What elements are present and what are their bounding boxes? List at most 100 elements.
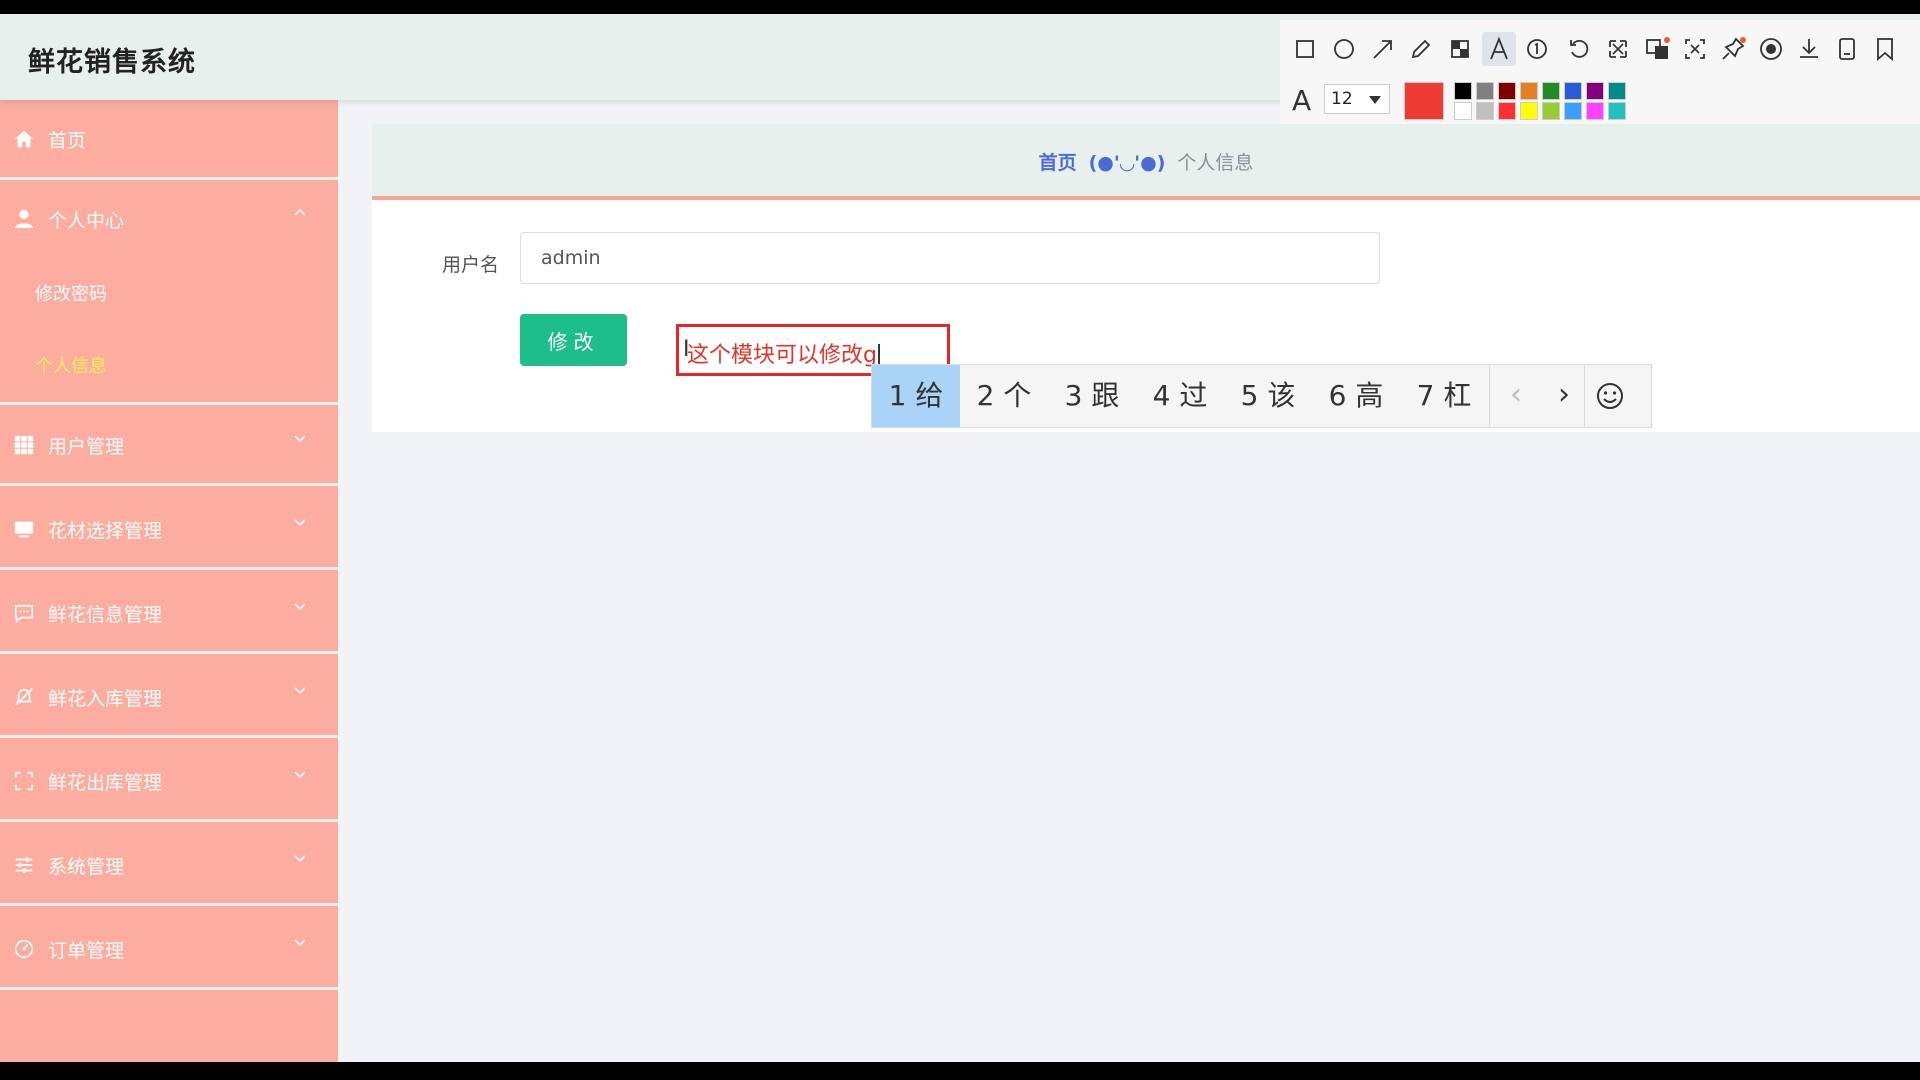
sidebar-subitem-personal-info[interactable]: 个人信息 xyxy=(35,352,107,378)
font-size-value: 12 xyxy=(1331,89,1353,109)
pencil-icon[interactable] xyxy=(1404,32,1438,66)
rectangle-icon[interactable] xyxy=(1288,32,1322,66)
modify-button[interactable]: 修改 xyxy=(520,314,627,366)
smiley-icon[interactable] xyxy=(1591,377,1629,415)
color-swatch[interactable] xyxy=(1498,102,1516,120)
ime-candidate[interactable]: 3 跟 xyxy=(1048,365,1136,427)
scroll-capture-icon[interactable] xyxy=(1678,32,1712,66)
sidebar-item-flower-stock-out-management[interactable]: 鲜花出库管理 xyxy=(0,742,338,822)
app-window: 鲜花销售系统 首页 个人中心 修改密码 个人信息 用户管理 花材选择管理 鲜花信… xyxy=(0,14,1920,1062)
gauge-icon xyxy=(12,938,36,962)
color-swatch[interactable] xyxy=(1454,82,1472,100)
sidebar-item-label: 鲜花信息管理 xyxy=(48,604,163,626)
grid-icon xyxy=(12,434,36,458)
color-swatch[interactable] xyxy=(1564,82,1582,100)
sidebar-item-user-management[interactable]: 用户管理 xyxy=(0,406,338,486)
ime-candidate[interactable]: 6 高 xyxy=(1312,365,1400,427)
color-swatch[interactable] xyxy=(1608,82,1626,100)
sidebar-item-label: 鲜花出库管理 xyxy=(48,772,163,794)
font-icon: A xyxy=(1292,84,1312,117)
color-swatch[interactable] xyxy=(1564,102,1582,120)
sidebar-item-home[interactable]: 首页 xyxy=(0,100,338,180)
sidebar-item-order-management[interactable]: 订单管理 xyxy=(0,910,338,990)
chevron-down-icon xyxy=(292,598,308,618)
ime-candidate[interactable]: 4 过 xyxy=(1136,365,1224,427)
chevron-down-icon xyxy=(292,934,308,954)
ellipse-icon[interactable] xyxy=(1327,32,1361,66)
color-swatch[interactable] xyxy=(1542,82,1560,100)
color-swatch[interactable] xyxy=(1542,102,1560,120)
monitor-icon xyxy=(12,518,36,542)
breadcrumb-home[interactable]: 首页 xyxy=(1039,152,1077,174)
chevron-down-icon xyxy=(292,430,308,450)
breadcrumb-separator: (●'◡'●) xyxy=(1088,152,1166,174)
color-swatch[interactable] xyxy=(1586,82,1604,100)
record-icon[interactable] xyxy=(1754,32,1788,66)
bookmark-icon[interactable] xyxy=(1868,32,1902,66)
annotation-text: 这个模块可以修改g xyxy=(687,337,880,369)
user-icon xyxy=(12,208,36,232)
download-icon[interactable] xyxy=(1792,32,1826,66)
sidebar: 首页 个人中心 修改密码 个人信息 用户管理 花材选择管理 鲜花信息管理 鲜花入… xyxy=(0,100,338,1062)
screenshot-toolbar: A 12 xyxy=(1280,20,1920,124)
chevron-right-icon[interactable]: › xyxy=(1540,365,1588,427)
color-swatch[interactable] xyxy=(1608,102,1626,120)
ime-candidate[interactable]: 5 该 xyxy=(1224,365,1312,427)
color-swatch[interactable] xyxy=(1520,82,1538,100)
sidebar-item-flower-stock-in-management[interactable]: 鲜花入库管理 xyxy=(0,658,338,738)
main-content: 首页 (●'◡'●) 个人信息 用户名 修改 xyxy=(338,100,1920,1062)
chevron-down-icon xyxy=(292,850,308,870)
annotation-text-value: 这个模块可以修改g xyxy=(687,343,877,368)
sidebar-item-personal-center[interactable]: 个人中心 修改密码 个人信息 xyxy=(0,180,338,405)
translate-icon[interactable] xyxy=(1640,32,1674,66)
ime-candidate[interactable]: 1 给 xyxy=(872,365,960,427)
username-label: 用户名 xyxy=(442,254,500,276)
ime-divider xyxy=(1489,365,1490,427)
breadcrumb-current: 个人信息 xyxy=(1177,152,1254,174)
ime-candidate-bar: 1 给 2 个 3 跟 4 过 5 该 6 高 7 杠 ‹ › xyxy=(871,364,1652,428)
number-icon[interactable] xyxy=(1520,32,1554,66)
app-title: 鲜花销售系统 xyxy=(28,47,196,78)
sidebar-item-label: 首页 xyxy=(48,130,87,152)
home-icon xyxy=(12,128,36,152)
chevron-down-icon xyxy=(292,766,308,786)
color-swatch[interactable] xyxy=(1454,102,1472,120)
current-color-swatch[interactable] xyxy=(1404,82,1444,120)
chevron-down-icon xyxy=(292,514,308,534)
sidebar-item-flower-info-management[interactable]: 鲜花信息管理 xyxy=(0,574,338,654)
username-input[interactable] xyxy=(520,232,1380,284)
undo-icon[interactable] xyxy=(1562,32,1596,66)
save-icon[interactable] xyxy=(1830,32,1864,66)
sidebar-item-flower-material-management[interactable]: 花材选择管理 xyxy=(0,490,338,570)
sidebar-item-label: 系统管理 xyxy=(48,856,125,878)
mosaic-icon[interactable] xyxy=(1443,32,1477,66)
sidebar-item-label: 用户管理 xyxy=(48,436,125,458)
breadcrumb-bar: 首页 (●'◡'●) 个人信息 xyxy=(372,124,1920,200)
color-swatch[interactable] xyxy=(1476,102,1494,120)
chevron-up-icon xyxy=(292,204,308,224)
video-subtitle: 专业毕设代做 xyxy=(806,1046,1190,1062)
font-size-select[interactable]: 12 xyxy=(1324,84,1390,114)
bell-off-icon xyxy=(12,686,36,710)
sidebar-item-label: 鲜花入库管理 xyxy=(48,688,163,710)
chevron-down-icon xyxy=(292,682,308,702)
color-swatch[interactable] xyxy=(1498,82,1516,100)
chevron-left-icon[interactable]: ‹ xyxy=(1492,365,1540,427)
pin-icon[interactable] xyxy=(1716,32,1750,66)
cut-icon[interactable] xyxy=(1601,32,1635,66)
chat-icon xyxy=(12,602,36,626)
sidebar-item-label: 订单管理 xyxy=(48,940,125,962)
arrow-icon[interactable] xyxy=(1366,32,1400,66)
color-swatch[interactable] xyxy=(1586,102,1604,120)
sidebar-subitem-change-password[interactable]: 修改密码 xyxy=(35,280,107,306)
text-icon[interactable] xyxy=(1482,32,1516,66)
sidebar-item-label: 花材选择管理 xyxy=(48,520,163,542)
sidebar-item-system-management[interactable]: 系统管理 xyxy=(0,826,338,906)
sidebar-item-label: 个人中心 xyxy=(48,210,125,232)
ime-candidate[interactable]: 7 杠 xyxy=(1400,365,1488,427)
color-swatch[interactable] xyxy=(1520,102,1538,120)
breadcrumb: 首页 (●'◡'●) 个人信息 xyxy=(372,148,1920,175)
sliders-icon xyxy=(12,854,36,878)
ime-candidate[interactable]: 2 个 xyxy=(960,365,1048,427)
color-swatch[interactable] xyxy=(1476,82,1494,100)
